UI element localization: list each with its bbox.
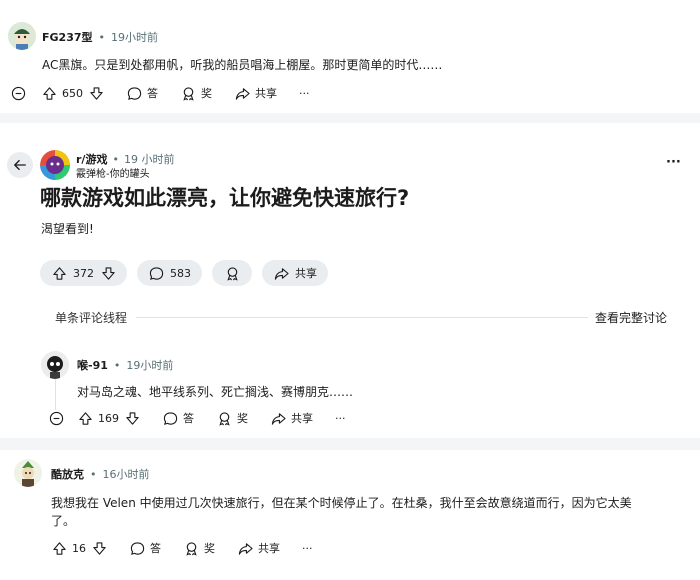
downvote-icon[interactable] — [124, 410, 140, 426]
separator-dot: • — [90, 467, 97, 481]
comment-bubble-icon — [162, 410, 178, 426]
share-button[interactable]: 共享 — [270, 410, 313, 426]
comment-time: 19小时前 — [111, 31, 159, 44]
comment-actions: 16 答 奖 共享 ··· — [51, 540, 335, 556]
award-icon — [183, 540, 199, 556]
vote-count: 16 — [72, 541, 86, 555]
more-options-button[interactable]: ··· — [302, 542, 313, 555]
post-author[interactable]: 霰弹枪-你的罐头 — [76, 165, 150, 180]
upvote-icon[interactable] — [41, 85, 57, 101]
post-comment-count: 583 — [170, 266, 191, 280]
thread-line — [55, 378, 56, 410]
reply-label: 答 — [150, 542, 161, 555]
collapse-icon — [10, 85, 26, 101]
avatar[interactable] — [14, 459, 42, 487]
comment-time: 19小时前 — [126, 359, 174, 372]
subreddit-icon[interactable] — [40, 150, 70, 180]
back-arrow-icon — [14, 159, 26, 171]
user-avatar-icon — [14, 459, 42, 487]
view-full-discussion-link[interactable]: 查看完整讨论 — [595, 309, 667, 326]
reply-button[interactable]: 答 — [162, 410, 194, 426]
subreddit-logo-icon — [40, 150, 70, 180]
comment-bubble-icon — [129, 540, 145, 556]
collapse-icon — [48, 410, 64, 426]
separator-dot: • — [112, 152, 119, 166]
comment-text: 对马岛之魂、地平线系列、死亡搁浅、赛博朋克…… — [77, 385, 354, 399]
downvote-icon[interactable] — [100, 265, 116, 281]
post-title: 哪款游戏如此漂亮，让你避免快速旅行? — [40, 186, 410, 210]
post-vote-pill: 372 — [40, 260, 127, 286]
upvote-icon[interactable] — [51, 540, 67, 556]
award-button[interactable]: 奖 — [180, 85, 212, 101]
award-icon — [180, 85, 196, 101]
share-label: 共享 — [258, 542, 280, 555]
user-avatar-icon — [8, 22, 36, 50]
share-label: 共享 — [291, 412, 313, 425]
award-button[interactable]: 奖 — [183, 540, 215, 556]
separator-dot: • — [113, 358, 121, 372]
award-label: 奖 — [201, 87, 212, 100]
thread-bar-line — [136, 317, 588, 318]
share-icon — [237, 540, 253, 556]
award-label: 奖 — [237, 412, 248, 425]
single-thread-label: 单条评论线程 — [55, 311, 128, 325]
post-actions: 372 583 共享 — [40, 260, 338, 286]
share-icon — [273, 265, 289, 281]
more-options-button[interactable]: ··· — [299, 87, 310, 100]
downvote-icon[interactable] — [91, 540, 107, 556]
separator-dot: • — [98, 30, 106, 44]
comment-actions: 169 答 奖 共享 ··· — [48, 410, 368, 426]
post-share-label: 共享 — [295, 267, 317, 280]
post-body: 渴望看到! — [41, 222, 94, 236]
post-comments-button[interactable]: 583 — [137, 260, 202, 286]
share-icon — [234, 85, 250, 101]
more-icon: ··· — [299, 86, 310, 100]
reply-button[interactable]: 答 — [129, 540, 161, 556]
reply-label: 答 — [147, 87, 158, 100]
back-button[interactable] — [7, 152, 33, 178]
reply-label: 答 — [183, 412, 194, 425]
vote-count: 169 — [98, 411, 119, 425]
post-more-button[interactable]: ··· — [666, 155, 681, 170]
share-label: 共享 — [255, 87, 277, 100]
comment-actions: 650 答 奖 共享 ··· — [10, 85, 332, 101]
share-icon — [270, 410, 286, 426]
upvote-icon[interactable] — [77, 410, 93, 426]
award-icon — [224, 265, 240, 281]
avatar[interactable] — [41, 351, 69, 379]
comment-author[interactable]: 喉-91 — [77, 357, 108, 373]
more-options-button[interactable]: ··· — [335, 412, 346, 425]
more-icon: ··· — [335, 411, 346, 425]
vote-group: 650 — [41, 85, 104, 101]
vote-group: 16 — [51, 540, 107, 556]
award-icon — [216, 410, 232, 426]
comment-bubble-icon — [148, 265, 164, 281]
comment-author[interactable]: FG237型 — [42, 29, 93, 45]
share-button[interactable]: 共享 — [234, 85, 277, 101]
comment-text-line-1: 我想我在 Velen 中使用过几次快速旅行，但在某个时候停止了。在杜桑，我什至会… — [51, 496, 632, 510]
upvote-icon[interactable] — [51, 265, 67, 281]
vote-count: 650 — [62, 86, 83, 100]
post-vote-count: 372 — [73, 266, 94, 280]
comment-bubble-icon — [126, 85, 142, 101]
avatar[interactable] — [8, 22, 36, 50]
share-button[interactable]: 共享 — [237, 540, 280, 556]
section-divider — [0, 113, 700, 123]
post-award-button[interactable] — [212, 260, 252, 286]
reply-button[interactable]: 答 — [126, 85, 158, 101]
award-label: 奖 — [204, 542, 215, 555]
award-button[interactable]: 奖 — [216, 410, 248, 426]
downvote-icon[interactable] — [88, 85, 104, 101]
collapse-button[interactable] — [48, 410, 64, 426]
comment-time: 16小时前 — [102, 468, 150, 481]
comment-text: AC黑旗。只是到处都用帆，听我的船员唱海上棚屋。那时更简单的时代…… — [42, 58, 443, 72]
section-divider — [0, 438, 700, 450]
collapse-button[interactable] — [10, 85, 26, 101]
more-icon: ··· — [302, 541, 313, 555]
vote-group: 169 — [77, 410, 140, 426]
post-share-button[interactable]: 共享 — [262, 260, 328, 286]
user-avatar-icon — [41, 351, 69, 379]
comment-author[interactable]: 酷放克 — [51, 466, 84, 482]
comment-text-line-2: 了。 — [51, 514, 76, 528]
